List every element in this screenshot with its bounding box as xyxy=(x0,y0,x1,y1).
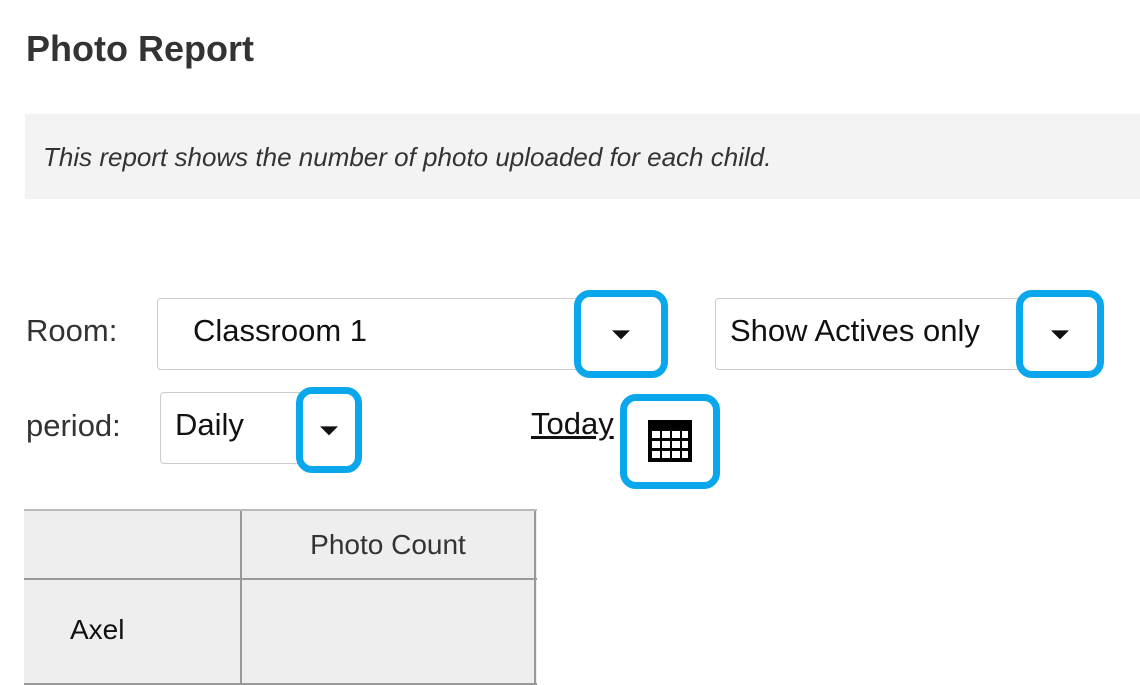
calendar-button[interactable] xyxy=(620,394,720,489)
page-title: Photo Report xyxy=(26,28,254,69)
child-name-cell: Axel xyxy=(70,614,125,645)
room-dropdown-button[interactable] xyxy=(574,290,668,378)
photo-count-cell xyxy=(242,580,534,683)
status-select-value: Show Actives only xyxy=(730,313,980,348)
period-label: period: xyxy=(26,408,121,443)
room-label: Room: xyxy=(26,313,118,348)
table-divider xyxy=(534,511,536,685)
info-box: This report shows the number of photo up… xyxy=(25,114,1140,199)
period-dropdown-button[interactable] xyxy=(296,387,362,473)
column-header-photo-count: Photo Count xyxy=(310,528,466,560)
chevron-down-icon xyxy=(1051,330,1069,340)
period-select-value: Daily xyxy=(175,407,244,442)
today-link[interactable]: Today xyxy=(531,406,614,442)
room-select-value: Classroom 1 xyxy=(193,313,367,348)
chevron-down-icon xyxy=(320,426,338,436)
status-dropdown-button[interactable] xyxy=(1016,290,1104,378)
chevron-down-icon xyxy=(612,330,630,340)
photo-count-table: Photo Count Axel xyxy=(24,509,537,685)
calendar-icon xyxy=(648,420,692,462)
photo-report-page: Photo Report This report shows the numbe… xyxy=(0,0,1140,685)
report-description: This report shows the number of photo up… xyxy=(43,142,772,172)
